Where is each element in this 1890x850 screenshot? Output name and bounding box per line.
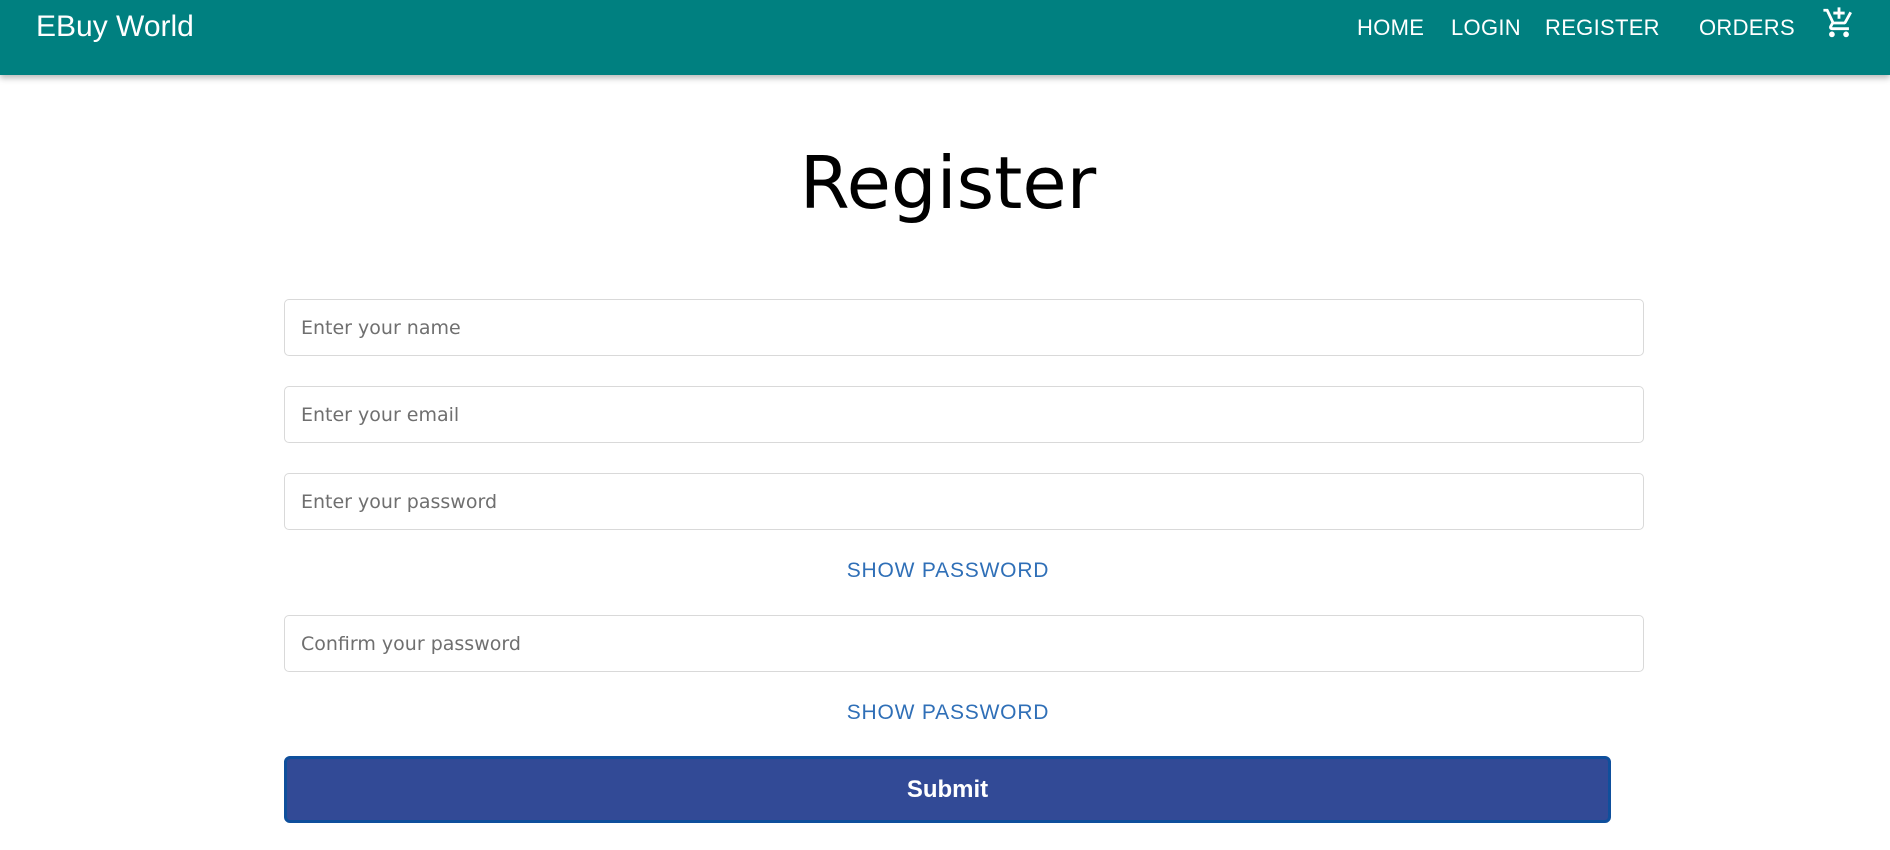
show-password-row: SHOW PASSWORD <box>0 558 1890 584</box>
page-title: Register <box>799 141 1097 225</box>
nav-orders-link[interactable]: ORDERS <box>1699 15 1795 41</box>
show-password-button[interactable]: SHOW PASSWORD <box>847 559 1050 582</box>
top-navbar: EBuy World HOME LOGIN REGISTER ORDERS <box>0 0 1890 75</box>
add-shopping-cart-icon[interactable] <box>1822 6 1856 40</box>
show-confirm-password-button[interactable]: SHOW PASSWORD <box>847 701 1050 724</box>
nav-home-link[interactable]: HOME <box>1357 15 1424 41</box>
email-input[interactable] <box>284 386 1644 443</box>
confirm-password-input[interactable] <box>284 615 1644 672</box>
password-input[interactable] <box>284 473 1644 530</box>
name-input[interactable] <box>284 299 1644 356</box>
show-confirm-password-row: SHOW PASSWORD <box>0 700 1890 726</box>
nav-login-link[interactable]: LOGIN <box>1451 15 1521 41</box>
brand-logo[interactable]: EBuy World <box>36 10 194 44</box>
nav-register-link[interactable]: REGISTER <box>1545 15 1660 41</box>
submit-button[interactable]: Submit <box>284 756 1611 823</box>
